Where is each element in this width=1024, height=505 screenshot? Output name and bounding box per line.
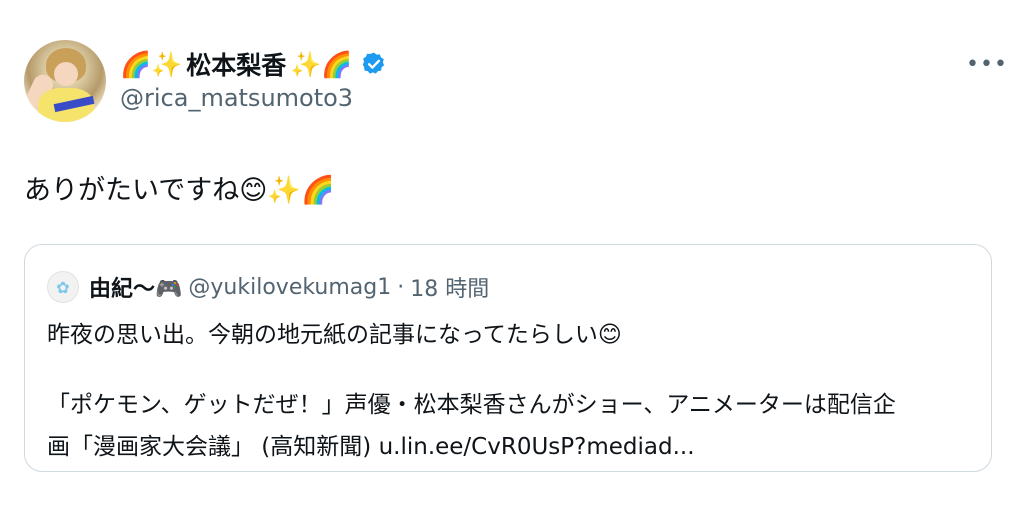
more-options-icon[interactable]: ••• [966,54,1008,76]
tweet-text: ありがたいですね😊✨🌈 [24,175,335,206]
author-handle[interactable]: @rica_matsumoto3 [120,84,353,112]
name-prefix-emoji: 🌈✨ [120,49,183,79]
avatar-face [54,62,78,86]
author-name-row[interactable]: 🌈✨ 松本梨香 ✨🌈 [120,46,387,82]
quoted-tweet-header: ✿ 由紀〜🎮 @yukilovekumag1 · 18 時間 [47,271,489,303]
name-suffix-emoji: ✨🌈 [290,49,353,79]
quoted-text-line: 画「漫画家大会議」 (高知新聞) u.lin.ee/CvR0UsP?mediad… [47,434,695,460]
quoted-text-line: 昨夜の思い出。今朝の地元紙の記事になってたらしい😊 [47,322,622,348]
quoted-tweet-card[interactable]: ✿ 由紀〜🎮 @yukilovekumag1 · 18 時間 昨夜の思い出。今朝… [24,244,992,472]
quoted-separator: · [397,274,405,300]
verified-badge-icon [362,52,384,74]
quoted-timestamp[interactable]: 18 時間 [410,271,489,303]
author-avatar[interactable] [24,40,106,122]
quoted-author-avatar[interactable]: ✿ [47,271,79,303]
quoted-text-line: 「ポケモン、ゲットだぜ！」声優・松本梨香さんがショー、アニメーターは配信企 [47,392,896,418]
quoted-author-name[interactable]: 由紀〜🎮 [89,271,182,303]
quoted-author-handle[interactable]: @yukilovekumag1 [188,275,391,300]
author-name[interactable]: 松本梨香 [186,46,286,82]
